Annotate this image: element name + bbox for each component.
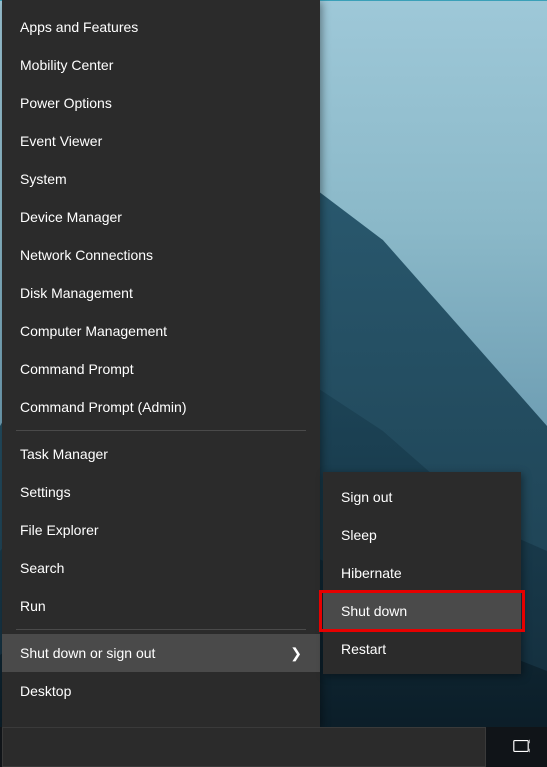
menu-item-disk-management[interactable]: Disk Management bbox=[2, 274, 320, 312]
submenu-item-shut-down[interactable]: Shut down bbox=[323, 592, 521, 630]
submenu-item-label: Sleep bbox=[341, 527, 377, 543]
menu-item-label: Search bbox=[20, 560, 64, 576]
menu-item-computer-management[interactable]: Computer Management bbox=[2, 312, 320, 350]
menu-item-label: Network Connections bbox=[20, 247, 153, 263]
submenu-item-restart[interactable]: Restart bbox=[323, 630, 521, 668]
menu-item-search[interactable]: Search bbox=[2, 549, 320, 587]
menu-item-label: Desktop bbox=[20, 683, 71, 699]
menu-item-shutdown-or-sign-out[interactable]: Shut down or sign out ❯ bbox=[2, 634, 320, 672]
menu-item-file-explorer[interactable]: File Explorer bbox=[2, 511, 320, 549]
menu-item-task-manager[interactable]: Task Manager bbox=[2, 435, 320, 473]
menu-separator bbox=[16, 430, 306, 431]
menu-item-desktop[interactable]: Desktop bbox=[2, 672, 320, 710]
submenu-item-sleep[interactable]: Sleep bbox=[323, 516, 521, 554]
menu-item-apps-and-features[interactable]: Apps and Features bbox=[2, 8, 320, 46]
menu-item-run[interactable]: Run bbox=[2, 587, 320, 625]
menu-item-label: Disk Management bbox=[20, 285, 133, 301]
submenu-item-label: Restart bbox=[341, 641, 386, 657]
menu-item-label: Run bbox=[20, 598, 46, 614]
menu-item-label: Apps and Features bbox=[20, 19, 138, 35]
submenu-item-label: Hibernate bbox=[341, 565, 402, 581]
menu-item-network-connections[interactable]: Network Connections bbox=[2, 236, 320, 274]
submenu-item-sign-out[interactable]: Sign out bbox=[323, 478, 521, 516]
menu-item-label: Power Options bbox=[20, 95, 112, 111]
menu-item-label: Computer Management bbox=[20, 323, 167, 339]
menu-item-label: Mobility Center bbox=[20, 57, 113, 73]
menu-item-label: System bbox=[20, 171, 67, 187]
menu-item-power-options[interactable]: Power Options bbox=[2, 84, 320, 122]
menu-item-label: Settings bbox=[20, 484, 71, 500]
menu-item-label: Shut down or sign out bbox=[20, 645, 155, 661]
menu-item-label: Command Prompt (Admin) bbox=[20, 399, 187, 415]
menu-separator bbox=[16, 629, 306, 630]
menu-item-label: Task Manager bbox=[20, 446, 108, 462]
menu-item-label: File Explorer bbox=[20, 522, 99, 538]
task-view-button[interactable] bbox=[495, 727, 547, 767]
menu-item-device-manager[interactable]: Device Manager bbox=[2, 198, 320, 236]
menu-item-label: Device Manager bbox=[20, 209, 122, 225]
menu-item-mobility-center[interactable]: Mobility Center bbox=[2, 46, 320, 84]
submenu-item-label: Shut down bbox=[341, 603, 407, 619]
menu-item-label: Command Prompt bbox=[20, 361, 134, 377]
menu-item-system[interactable]: System bbox=[2, 160, 320, 198]
menu-item-command-prompt[interactable]: Command Prompt bbox=[2, 350, 320, 388]
taskbar bbox=[0, 727, 547, 767]
submenu-item-label: Sign out bbox=[341, 489, 392, 505]
task-view-icon bbox=[512, 737, 530, 758]
menu-item-command-prompt-admin[interactable]: Command Prompt (Admin) bbox=[2, 388, 320, 426]
shutdown-submenu: Sign out Sleep Hibernate Shut down Resta… bbox=[323, 472, 521, 674]
taskbar-search-box[interactable] bbox=[2, 727, 486, 767]
chevron-right-icon: ❯ bbox=[290, 645, 302, 662]
menu-item-event-viewer[interactable]: Event Viewer bbox=[2, 122, 320, 160]
menu-item-settings[interactable]: Settings bbox=[2, 473, 320, 511]
submenu-item-hibernate[interactable]: Hibernate bbox=[323, 554, 521, 592]
menu-item-label: Event Viewer bbox=[20, 133, 102, 149]
winx-menu: Apps and Features Mobility Center Power … bbox=[2, 0, 320, 727]
